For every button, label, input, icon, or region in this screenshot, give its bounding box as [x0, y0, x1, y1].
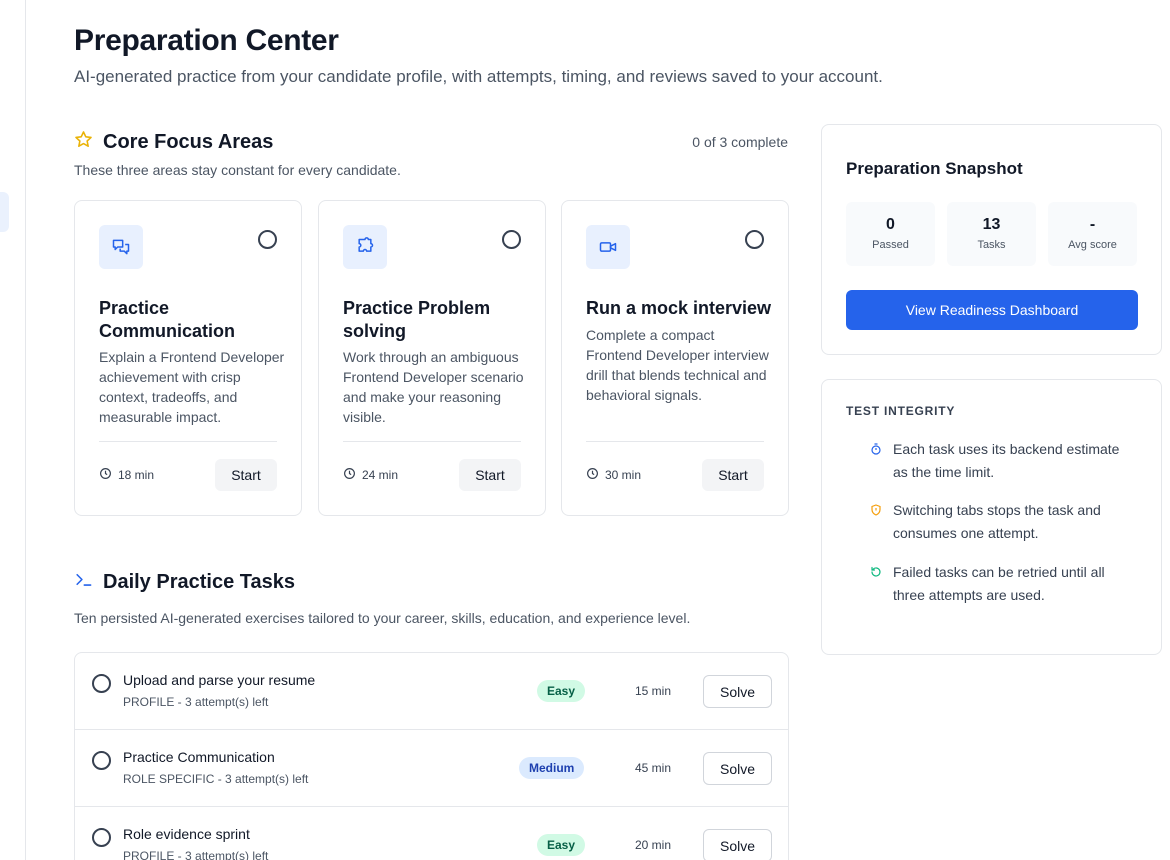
clock-icon	[586, 467, 599, 483]
retry-icon	[870, 565, 884, 579]
task-checkbox[interactable]	[92, 674, 111, 693]
start-button[interactable]: Start	[702, 459, 764, 491]
stat-label: Passed	[872, 239, 909, 251]
task-row: Role evidence sprint PROFILE - 3 attempt…	[75, 807, 788, 860]
solve-button[interactable]: Solve	[703, 829, 772, 860]
task-duration: 15 min	[635, 684, 672, 698]
page-title: Preparation Center	[74, 24, 339, 57]
solve-button[interactable]: Solve	[703, 752, 772, 785]
video-icon	[586, 225, 630, 269]
preparation-snapshot-panel: Preparation Snapshot 0 Passed 13 Tasks -…	[821, 124, 1162, 355]
stat-label: Tasks	[977, 239, 1006, 251]
clock-icon	[99, 467, 112, 483]
task-row: Practice Communication ROLE SPECIFIC - 3…	[75, 730, 788, 807]
view-readiness-dashboard-button[interactable]: View Readiness Dashboard	[846, 290, 1138, 330]
card-duration: 18 min	[99, 467, 154, 483]
task-list: Upload and parse your resume PROFILE - 3…	[74, 652, 789, 860]
chat-icon	[99, 225, 143, 269]
card-divider	[99, 441, 277, 442]
terminal-icon	[74, 570, 93, 594]
card-description: Explain a Frontend Developer achievement…	[99, 349, 285, 425]
daily-tasks-header: Daily Practice Tasks	[74, 570, 295, 594]
task-checkbox[interactable]	[92, 828, 111, 847]
card-title: Practice Communication	[99, 298, 236, 341]
card-time-label: 18 min	[118, 468, 155, 482]
task-meta: ROLE SPECIFIC - 3 attempt(s) left	[123, 772, 309, 786]
daily-tasks-description: Ten persisted AI-generated exercises tai…	[74, 610, 691, 626]
stat-value: 0	[886, 216, 895, 233]
difficulty-badge: Medium	[519, 757, 585, 779]
task-meta: PROFILE - 3 attempt(s) left	[123, 849, 269, 860]
focus-card-communication: Practice Communication Explain a Fronten…	[74, 200, 302, 516]
focus-card-mock-interview: Run a mock interview Complete a compact …	[561, 200, 789, 516]
stat-tasks: 13 Tasks	[947, 202, 1036, 266]
task-checkbox[interactable]	[92, 751, 111, 770]
start-button[interactable]: Start	[215, 459, 277, 491]
clock-icon	[343, 467, 356, 483]
test-integrity-panel: TEST INTEGRITY Each task uses its backen…	[821, 379, 1162, 655]
stat-passed: 0 Passed	[846, 202, 935, 266]
focus-card-problem-solving: Practice Problem solving Work through an…	[318, 200, 546, 516]
completion-checkbox[interactable]	[745, 230, 764, 249]
core-focus-title: Core Focus Areas	[103, 130, 274, 153]
page-subtitle: AI-generated practice from your candidat…	[74, 67, 883, 86]
core-progress: 0 of 3 complete	[692, 134, 788, 150]
task-title: Upload and parse your resume	[123, 672, 316, 688]
card-duration: 30 min	[586, 467, 641, 483]
shield-icon	[870, 503, 884, 517]
card-description: Work through an ambiguous Frontend Devel…	[343, 349, 524, 425]
snapshot-title: Preparation Snapshot	[846, 159, 1023, 178]
start-button[interactable]: Start	[459, 459, 521, 491]
stat-label: Avg score	[1068, 239, 1117, 251]
stat-value: -	[1089, 216, 1096, 233]
card-time-label: 24 min	[362, 468, 399, 482]
timer-icon	[870, 442, 884, 456]
stat-value: 13	[982, 216, 1001, 233]
card-title: Practice Problem solving	[343, 298, 491, 341]
card-divider	[586, 441, 764, 442]
stat-avg-score: - Avg score	[1048, 202, 1137, 266]
left-sidebar	[0, 0, 26, 860]
task-title: Role evidence sprint	[123, 826, 250, 842]
solve-button[interactable]: Solve	[703, 675, 772, 708]
card-title: Run a mock interview	[586, 298, 772, 318]
task-duration: 20 min	[635, 838, 672, 852]
integrity-item: Switching tabs stops the task and consum…	[893, 502, 1101, 541]
star-icon	[74, 130, 93, 154]
integrity-item: Each task uses its backend estimate as t…	[893, 441, 1120, 480]
integrity-item: Failed tasks can be retried until all th…	[893, 564, 1105, 603]
completion-checkbox[interactable]	[502, 230, 521, 249]
card-divider	[343, 441, 521, 442]
difficulty-badge: Easy	[537, 834, 586, 856]
puzzle-icon	[343, 225, 387, 269]
task-title: Practice Communication	[123, 749, 275, 765]
task-meta: PROFILE - 3 attempt(s) left	[123, 695, 269, 709]
daily-tasks-title: Daily Practice Tasks	[103, 570, 295, 593]
task-row: Upload and parse your resume PROFILE - 3…	[75, 653, 788, 730]
card-duration: 24 min	[343, 467, 398, 483]
difficulty-badge: Easy	[537, 680, 586, 702]
core-focus-description: These three areas stay constant for ever…	[74, 162, 401, 178]
card-time-label: 30 min	[605, 468, 642, 482]
task-duration: 45 min	[635, 761, 672, 775]
core-focus-header: Core Focus Areas	[74, 130, 273, 154]
integrity-title: TEST INTEGRITY	[846, 404, 956, 418]
completion-checkbox[interactable]	[258, 230, 277, 249]
sidebar-active-indicator[interactable]	[0, 192, 9, 232]
card-description: Complete a compact Frontend Developer in…	[586, 327, 769, 403]
